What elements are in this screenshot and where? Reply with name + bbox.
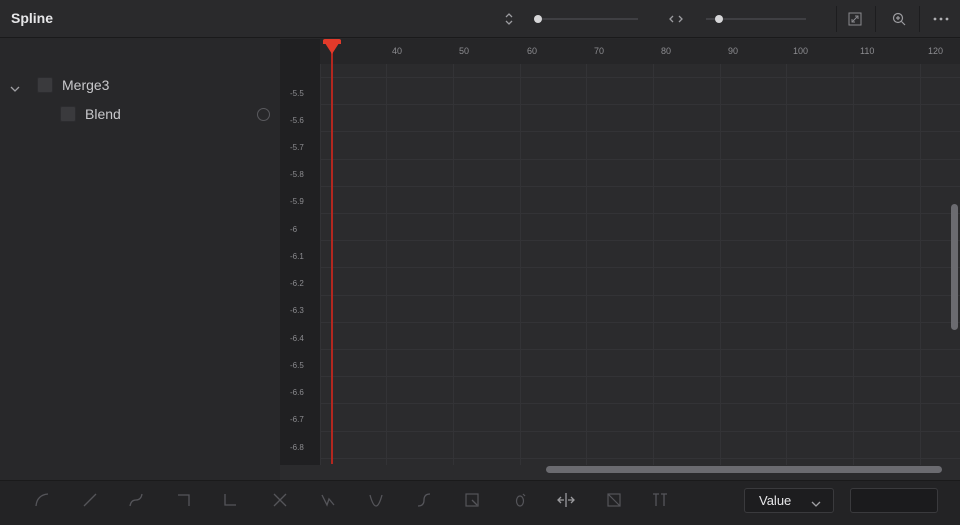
tree-item-label: Merge3 bbox=[62, 77, 110, 93]
shape-box-icon[interactable] bbox=[600, 486, 628, 514]
grid-line bbox=[320, 376, 960, 377]
panel-header: Spline bbox=[0, 0, 960, 38]
time-stretch-icon[interactable] bbox=[552, 486, 580, 514]
grid-line bbox=[320, 213, 960, 214]
y-tick-label: -6.5 bbox=[290, 361, 304, 370]
x-tick-label: 100 bbox=[793, 46, 809, 56]
x-tick-label: 110 bbox=[860, 46, 875, 56]
zoom-icon[interactable] bbox=[888, 0, 910, 38]
spline-graph[interactable] bbox=[280, 39, 960, 480]
divider bbox=[875, 6, 876, 32]
grid-line bbox=[320, 322, 960, 323]
playhead-line[interactable] bbox=[331, 48, 333, 464]
x-tick-label: 40 bbox=[392, 46, 403, 56]
select-radio[interactable] bbox=[257, 108, 270, 121]
y-tick-label: -5.8 bbox=[290, 170, 304, 179]
x-tick-label: 90 bbox=[728, 46, 739, 56]
more-options-icon[interactable] bbox=[929, 0, 953, 38]
grid-line bbox=[320, 39, 321, 465]
tree-item-merge3[interactable]: Merge3 bbox=[37, 77, 109, 93]
grid-line bbox=[586, 39, 587, 465]
step-in-icon[interactable] bbox=[170, 486, 198, 514]
y-tick-label: -6 bbox=[290, 225, 298, 234]
vertical-scrollbar[interactable] bbox=[951, 204, 958, 330]
chevron-down-icon bbox=[811, 496, 821, 511]
y-tick-label: -6.3 bbox=[290, 306, 304, 315]
text-tool-icon[interactable] bbox=[646, 486, 674, 514]
grid-line bbox=[320, 159, 960, 160]
grid-line bbox=[320, 349, 960, 350]
mode-select-value: Value bbox=[759, 493, 792, 508]
zoom-to-fit-icon[interactable] bbox=[844, 0, 866, 38]
y-tick-label: -6.2 bbox=[290, 279, 304, 288]
reverse-icon[interactable] bbox=[266, 486, 294, 514]
grid-line bbox=[653, 39, 654, 465]
value-input-field[interactable] bbox=[850, 488, 938, 513]
horizontal-scrollbar[interactable] bbox=[546, 466, 942, 473]
divider bbox=[836, 6, 837, 32]
vertical-zoom-slider-handle[interactable] bbox=[534, 15, 542, 23]
grid-line bbox=[720, 39, 721, 465]
checkbox[interactable] bbox=[60, 106, 76, 122]
grid-line bbox=[320, 403, 960, 404]
tree-item-blend[interactable]: Blend bbox=[60, 106, 121, 122]
grid-line bbox=[520, 39, 521, 465]
tree-item-label: Blend bbox=[85, 106, 121, 122]
set-key-icon[interactable] bbox=[506, 486, 534, 514]
divider bbox=[919, 6, 920, 32]
vertical-zoom-icon[interactable] bbox=[500, 0, 518, 38]
horizontal-zoom-icon[interactable] bbox=[665, 0, 687, 38]
ease-icon[interactable] bbox=[122, 486, 150, 514]
ping-pong-icon[interactable] bbox=[362, 486, 390, 514]
checkbox[interactable] bbox=[37, 77, 53, 93]
y-tick-label: -6.4 bbox=[290, 334, 304, 343]
grid-line bbox=[320, 104, 960, 105]
x-tick-label: 70 bbox=[594, 46, 605, 56]
y-tick-label: -5.5 bbox=[290, 89, 304, 98]
loop-icon[interactable] bbox=[314, 486, 342, 514]
linear-icon[interactable] bbox=[76, 486, 104, 514]
vertical-zoom-slider[interactable] bbox=[534, 18, 638, 20]
grid-line bbox=[386, 39, 387, 465]
x-tick-label: 60 bbox=[527, 46, 538, 56]
y-tick-label: -5.6 bbox=[290, 116, 304, 125]
chevron-down-icon[interactable] bbox=[10, 80, 20, 98]
select-all-icon[interactable] bbox=[458, 486, 486, 514]
panel-title: Spline bbox=[11, 10, 54, 26]
grid-line bbox=[320, 267, 960, 268]
playhead-marker-icon[interactable] bbox=[323, 40, 341, 54]
grid-line bbox=[320, 131, 960, 132]
parameter-tree bbox=[0, 39, 280, 480]
y-tick-label: -6.6 bbox=[290, 388, 304, 397]
step-out-icon[interactable] bbox=[216, 486, 244, 514]
grid-line bbox=[320, 240, 960, 241]
y-tick-label: -6.8 bbox=[290, 443, 304, 452]
grid-line bbox=[786, 39, 787, 465]
grid-line bbox=[320, 295, 960, 296]
grid-line bbox=[320, 431, 960, 432]
y-tick-label: -5.9 bbox=[290, 197, 304, 206]
x-tick-label: 120 bbox=[928, 46, 944, 56]
x-tick-label: 50 bbox=[459, 46, 470, 56]
y-tick-label: -6.7 bbox=[290, 415, 304, 424]
horizontal-zoom-slider-handle[interactable] bbox=[715, 15, 723, 23]
grid-line bbox=[320, 186, 960, 187]
y-tick-label: -5.7 bbox=[290, 143, 304, 152]
relative-icon[interactable] bbox=[410, 486, 438, 514]
y-tick-label: -6.1 bbox=[290, 252, 304, 261]
x-tick-label: 80 bbox=[661, 46, 672, 56]
smooth-icon[interactable] bbox=[28, 486, 56, 514]
grid-line bbox=[853, 39, 854, 465]
mode-select-dropdown[interactable]: Value bbox=[744, 488, 834, 513]
grid-line bbox=[453, 39, 454, 465]
grid-line bbox=[320, 458, 960, 459]
grid-line bbox=[920, 39, 921, 465]
grid-line bbox=[320, 77, 960, 78]
